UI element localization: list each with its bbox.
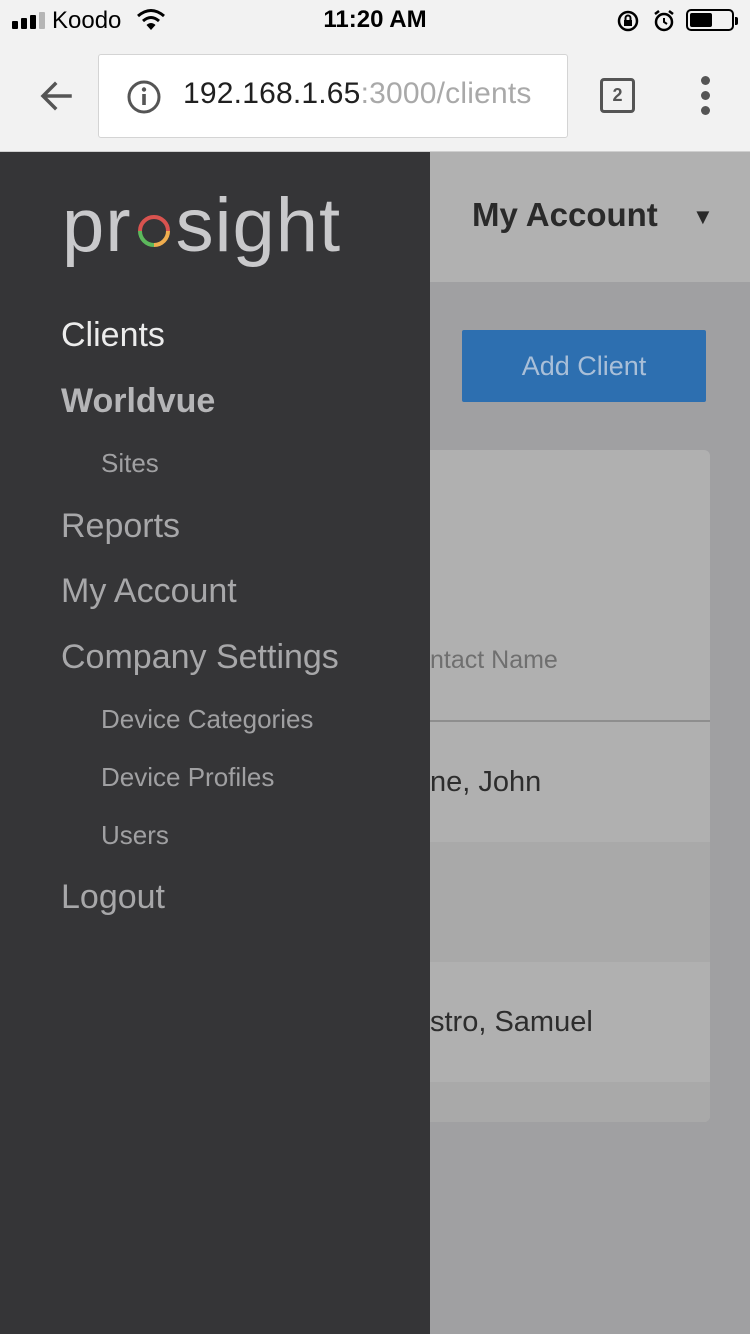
account-menu[interactable]: My Account [472,196,658,234]
nav-sites[interactable]: Sites [101,448,159,479]
info-icon[interactable] [127,80,161,114]
nav-reports[interactable]: Reports [61,507,180,546]
clients-table: ntact Name ne, John stro, Samuel [430,450,710,1122]
table-row[interactable]: stro, Samuel [430,962,710,1082]
nav-device-profiles[interactable]: Device Profiles [101,762,274,793]
url-path: :3000/clients [360,77,532,110]
contact-name-header: ntact Name [430,646,558,674]
navigation-drawer: pr sight Clients Worldvue Sites Reports … [0,152,430,1334]
status-bar: Koodo 11:20 AM [0,0,750,40]
table-row[interactable]: ne, John [430,722,710,842]
table-row [430,1082,710,1122]
app-header: My Account ▼ [430,152,750,282]
contact-name-cell: ne, John [430,766,542,798]
prosight-logo: pr sight [62,183,342,268]
main-content: Add Client ntact Name ne, John stro, Sam… [430,282,750,1334]
tab-switcher-button[interactable]: 2 [600,78,635,113]
table-row[interactable] [430,842,710,962]
address-bar[interactable]: 192.168.1.65:3000/clients [98,54,568,138]
nav-users[interactable]: Users [101,820,169,851]
caret-down-icon[interactable]: ▼ [692,204,714,230]
nav-my-account[interactable]: My Account [61,572,237,611]
battery-icon [686,9,738,31]
add-client-button[interactable]: Add Client [462,330,706,402]
nav-clients[interactable]: Clients [61,316,165,355]
logo-ring-icon [137,215,170,247]
url-host: 192.168.1.65 [183,77,361,110]
orientation-lock-icon [617,10,639,32]
url-text: 192.168.1.65:3000/clients [183,77,532,111]
contact-name-cell: stro, Samuel [430,1006,593,1038]
nav-device-categories[interactable]: Device Categories [101,704,313,735]
nav-logout[interactable]: Logout [61,878,165,917]
browser-toolbar: 192.168.1.65:3000/clients 2 [0,40,750,152]
overflow-menu-icon[interactable] [696,76,716,116]
nav-company-settings[interactable]: Company Settings [61,638,339,677]
alarm-icon [654,10,674,32]
nav-worldvue[interactable]: Worldvue [61,382,215,421]
back-arrow-icon[interactable] [36,76,76,116]
